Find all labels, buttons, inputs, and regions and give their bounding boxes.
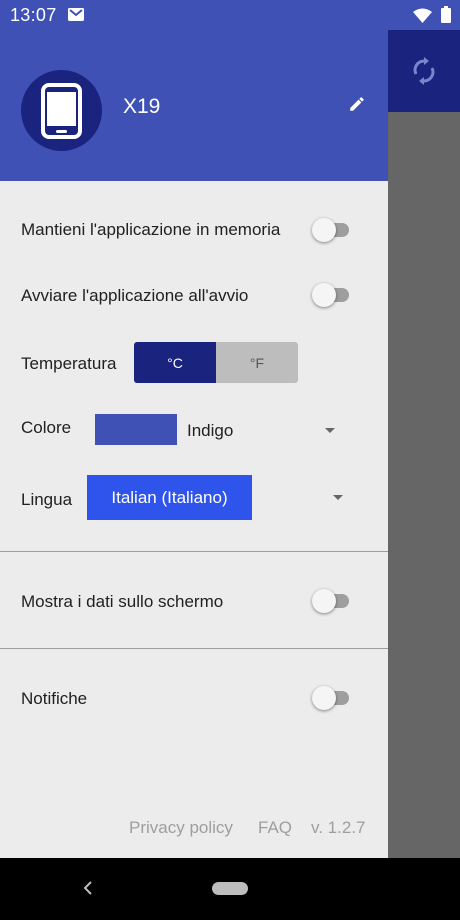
background-content (388, 112, 460, 858)
home-icon[interactable] (212, 882, 248, 895)
start-on-boot-label: Avviare l'applicazione all'avvio (21, 286, 249, 305)
navigation-drawer: X19 Mantieni l'applicazione in memoria A… (0, 0, 388, 858)
battery-icon (441, 6, 451, 28)
color-dropdown-arrow-icon[interactable] (325, 428, 335, 433)
color-swatch[interactable] (95, 414, 177, 445)
color-value[interactable]: Indigo (187, 421, 233, 441)
temperature-unit-toggle: °C °F (134, 342, 298, 383)
status-bar: 13:07 (0, 0, 460, 30)
keep-in-memory-switch[interactable] (312, 218, 354, 242)
keep-in-memory-label: Mantieni l'applicazione in memoria (21, 220, 281, 239)
version-label: v. 1.2.7 (311, 818, 366, 837)
faq-link[interactable]: FAQ (258, 818, 292, 838)
language-select[interactable]: Italian (Italiano) (87, 475, 252, 520)
mail-icon (68, 8, 84, 21)
notifications-switch[interactable] (312, 686, 354, 710)
temperature-label: Temperatura (21, 354, 117, 373)
status-time: 13:07 (10, 5, 57, 25)
language-dropdown-arrow-icon[interactable] (333, 495, 343, 500)
device-avatar (21, 70, 102, 151)
wifi-icon (413, 8, 432, 28)
sync-icon[interactable] (411, 56, 437, 91)
divider (0, 648, 388, 649)
celsius-button[interactable]: °C (134, 342, 216, 383)
device-name: X19 (123, 95, 161, 118)
start-on-boot-switch[interactable] (312, 283, 354, 307)
back-icon[interactable] (82, 880, 94, 901)
color-label: Colore (21, 418, 72, 437)
language-label: Lingua (21, 490, 73, 509)
show-on-screen-switch[interactable] (312, 589, 354, 613)
edit-icon[interactable] (348, 95, 370, 117)
privacy-policy-link[interactable]: Privacy policy (129, 818, 233, 838)
fahrenheit-button[interactable]: °F (216, 342, 298, 383)
notifications-label: Notifiche (21, 689, 88, 708)
phone-icon (41, 83, 82, 139)
divider (0, 551, 388, 552)
show-on-screen-label: Mostra i dati sullo schermo (21, 592, 224, 611)
